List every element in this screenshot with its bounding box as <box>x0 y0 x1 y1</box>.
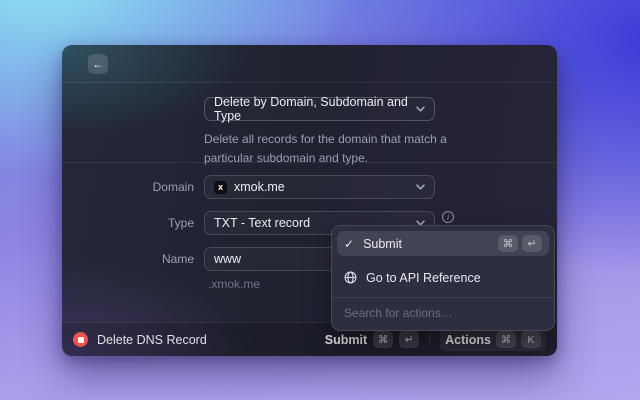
domain-value: xmok.me <box>234 180 285 194</box>
window-header: ← <box>62 45 557 83</box>
name-suffix-hint: .xmok.me <box>208 277 261 291</box>
actions-button-label: Actions <box>445 332 491 347</box>
chevron-down-icon <box>416 106 425 112</box>
type-label: Type <box>167 216 194 230</box>
chevron-down-icon <box>416 184 425 190</box>
actions-button[interactable]: Actions ⌘ K <box>440 328 546 351</box>
mode-dropdown-value: Delete by Domain, Subdomain and Type <box>214 95 408 123</box>
bottom-bar-actions: Submit ⌘ ↵ Actions ⌘ K <box>325 328 546 351</box>
check-icon: ✓ <box>344 236 355 251</box>
domain-row: Domain x xmok.me <box>62 175 557 199</box>
domain-favicon-icon: x <box>214 180 227 194</box>
form-divider <box>62 162 557 163</box>
back-arrow-icon: ← <box>92 57 104 71</box>
enter-key-badge: ↵ <box>399 331 420 348</box>
mode-dropdown[interactable]: Delete by Domain, Subdomain and Type <box>204 95 435 123</box>
cmd-key-badge: ⌘ <box>496 331 516 348</box>
enter-key-badge: ↵ <box>522 235 542 252</box>
submit-button[interactable]: Submit <box>325 333 367 347</box>
shortcut-keys: ⌘ ↵ <box>498 235 542 252</box>
extension-icon <box>73 332 88 347</box>
cmd-key-badge: ⌘ <box>498 235 518 252</box>
app-window: ← Delete by Domain, Subdomain and Type D… <box>62 45 557 356</box>
action-item-label: Go to API Reference <box>366 270 481 285</box>
k-key-badge: K <box>521 331 541 348</box>
action-search-input[interactable] <box>344 306 542 320</box>
name-label: Name <box>161 252 194 266</box>
bar-divider <box>429 332 431 347</box>
domain-label: Domain <box>152 180 194 194</box>
back-button[interactable]: ← <box>88 54 108 74</box>
cmd-key-badge: ⌘ <box>373 331 394 348</box>
action-search <box>332 297 554 325</box>
info-icon[interactable]: i <box>442 211 454 223</box>
action-panel: ✓ Submit ⌘ ↵ Go to API Reference <box>331 225 555 331</box>
action-item-submit[interactable]: ✓ Submit ⌘ ↵ <box>337 231 549 256</box>
action-item-label: Submit <box>363 236 402 251</box>
command-title: Delete DNS Record <box>97 332 207 347</box>
action-item-api-reference[interactable]: Go to API Reference <box>337 265 549 290</box>
domain-dropdown[interactable]: x xmok.me <box>204 175 435 199</box>
globe-icon <box>344 271 357 284</box>
